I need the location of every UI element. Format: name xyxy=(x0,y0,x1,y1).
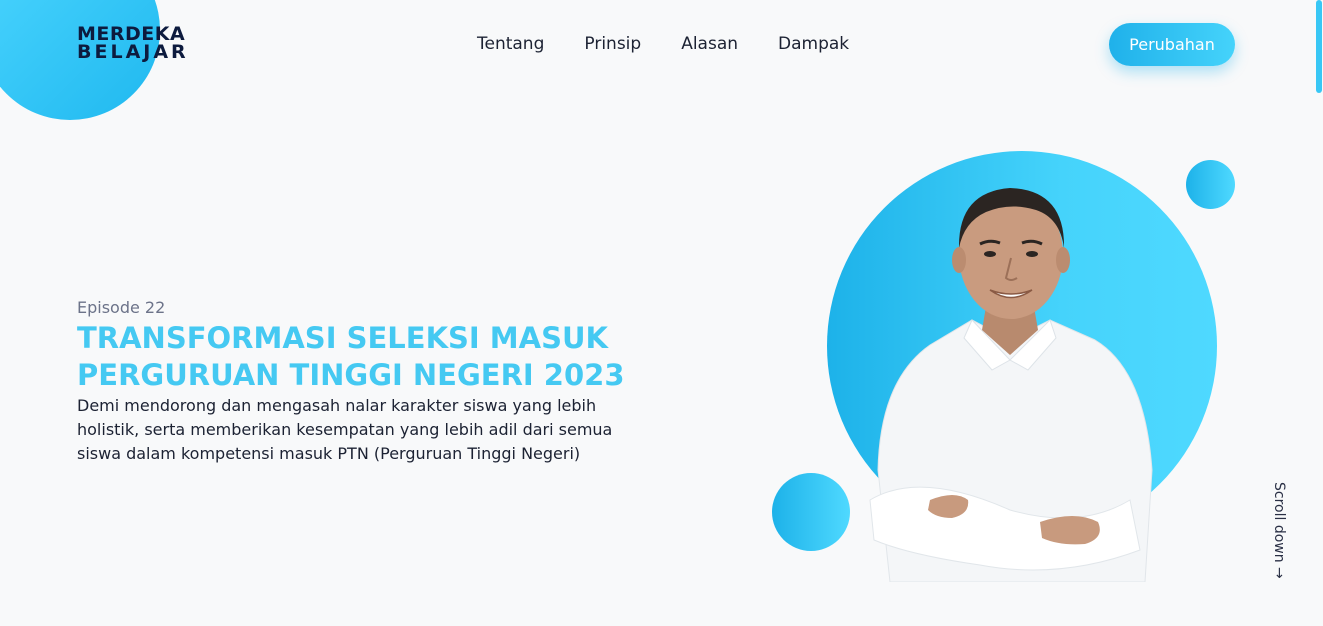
headline-line-2: PERGURUAN TINGGI NEGERI 2023 xyxy=(77,358,625,392)
logo-line-2: BELAJAR xyxy=(77,41,189,63)
hero-circle-small-bottom xyxy=(772,473,850,551)
scrollbar-thumb[interactable] xyxy=(1316,0,1322,93)
headline-line-1: TRANSFORMASI SELEKSI MASUK xyxy=(77,321,609,355)
nav-item-dampak[interactable]: Dampak xyxy=(778,34,849,54)
scrollbar[interactable] xyxy=(1315,0,1323,626)
hero-portrait xyxy=(869,188,1153,582)
site-logo[interactable]: MERDEKA BELAJAR xyxy=(77,25,189,63)
nav-item-alasan[interactable]: Alasan xyxy=(681,34,738,54)
landing-page: MERDEKA BELAJAR Tentang Prinsip Alasan D… xyxy=(0,0,1323,626)
perubahan-button[interactable]: Perubahan xyxy=(1109,23,1235,66)
main-nav: Tentang Prinsip Alasan Dampak xyxy=(477,34,849,54)
episode-label: Episode 22 xyxy=(77,298,166,317)
hero-circle-small-top xyxy=(1186,160,1235,209)
nav-item-tentang[interactable]: Tentang xyxy=(477,34,544,54)
scroll-down-link[interactable]: Scroll down → xyxy=(1271,482,1287,579)
nav-item-prinsip[interactable]: Prinsip xyxy=(584,34,641,54)
hero-headline: TRANSFORMASI SELEKSI MASUK PERGURUAN TIN… xyxy=(77,320,637,394)
hero-description: Demi mendorong dan mengasah nalar karakt… xyxy=(77,396,613,463)
